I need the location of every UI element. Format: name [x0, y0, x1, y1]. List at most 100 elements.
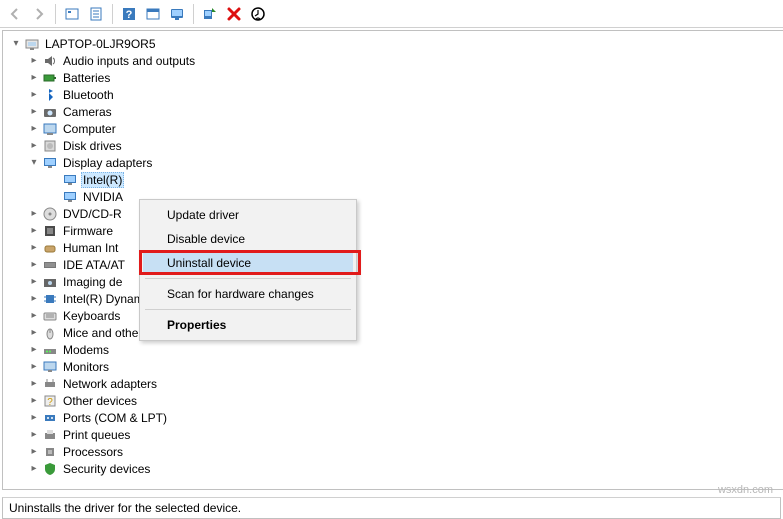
tree-category[interactable]: ▸ Imaging de [7, 273, 783, 290]
tree-category[interactable]: ▸?Other devices [7, 392, 783, 409]
tree-category[interactable]: ▸ Batteries [7, 69, 783, 86]
category-label: DVD/CD-R [61, 207, 124, 221]
help-button[interactable]: ? [118, 3, 140, 25]
camera-icon [42, 104, 58, 120]
tree-category[interactable]: ▸ Processors [7, 443, 783, 460]
expand-icon[interactable]: ▸ [27, 275, 41, 289]
toolbar: ? [0, 0, 783, 28]
device-label: NVIDIA [81, 190, 125, 204]
tree-category[interactable]: ▸ Modems [7, 341, 783, 358]
toolbar-separator [112, 4, 113, 24]
ctx-disable-device[interactable]: Disable device [143, 227, 353, 251]
expand-icon[interactable]: ▸ [27, 292, 41, 306]
properties-button[interactable] [85, 3, 107, 25]
tree-category[interactable]: ▸Audio inputs and outputs [7, 52, 783, 69]
tree-category[interactable]: ▸Firmware [7, 222, 783, 239]
expand-icon[interactable]: ▸ [27, 394, 41, 408]
keyboard-icon [42, 308, 58, 324]
disk-icon [42, 138, 58, 154]
tree-category[interactable]: ▸Human Int [7, 239, 783, 256]
show-hidden-button[interactable] [61, 3, 83, 25]
category-label: Processors [61, 445, 125, 459]
category-label: Monitors [61, 360, 111, 374]
back-button[interactable] [4, 3, 26, 25]
uninstall-button[interactable] [223, 3, 245, 25]
expand-icon[interactable]: ▸ [27, 241, 41, 255]
tree-category[interactable]: ▸ Monitors [7, 358, 783, 375]
category-label: Imaging de [61, 275, 124, 289]
expand-icon[interactable]: ▸ [27, 360, 41, 374]
tree-category[interactable]: ▸Security devices [7, 460, 783, 477]
expand-icon[interactable]: ▸ [27, 88, 41, 102]
ctx-uninstall-device[interactable]: Uninstall device [143, 251, 353, 275]
menu-separator [145, 309, 351, 310]
tree-category[interactable]: ▾ Display adapters [7, 154, 783, 171]
tree-category[interactable]: ▸Network adapters [7, 375, 783, 392]
monitor-icon [42, 359, 58, 375]
device-tree[interactable]: ▾LAPTOP-0LJR9OR5▸Audio inputs and output… [3, 31, 783, 489]
tree-category[interactable]: ▸ Cameras [7, 103, 783, 120]
tree-category[interactable]: ▸Mice and other pointing devices [7, 324, 783, 341]
category-label: Bluetooth [61, 88, 116, 102]
expand-icon[interactable]: ▸ [27, 105, 41, 119]
forward-button[interactable] [28, 3, 50, 25]
ctx-scan-hardware[interactable]: Scan for hardware changes [143, 282, 353, 306]
toolbar-separator [193, 4, 194, 24]
expand-icon[interactable]: ▸ [27, 462, 41, 476]
category-label: Cameras [61, 105, 114, 119]
expand-icon[interactable]: ▸ [27, 207, 41, 221]
dvd-icon [42, 206, 58, 222]
view-button[interactable] [166, 3, 188, 25]
tree-category[interactable]: ▸Ports (COM & LPT) [7, 409, 783, 426]
expand-icon[interactable]: ▸ [27, 122, 41, 136]
expand-icon[interactable]: ▾ [27, 156, 41, 170]
expand-icon[interactable]: ▸ [27, 445, 41, 459]
expand-icon[interactable]: ▸ [27, 139, 41, 153]
cpu-icon [42, 444, 58, 460]
expand-icon[interactable]: ▸ [27, 377, 41, 391]
tree-category[interactable]: ▸Keyboards [7, 307, 783, 324]
tree-category[interactable]: ▸ DVD/CD-R [7, 205, 783, 222]
expand-icon[interactable]: ▸ [27, 224, 41, 238]
security-icon [42, 461, 58, 477]
tree-category[interactable]: ▸ Disk drives [7, 137, 783, 154]
expand-icon[interactable]: ▸ [27, 258, 41, 272]
tree-category[interactable]: ▸IDE ATA/AT [7, 256, 783, 273]
print-icon [42, 427, 58, 443]
tree-category[interactable]: ▸Print queues [7, 426, 783, 443]
status-text: Uninstalls the driver for the selected d… [9, 501, 241, 515]
toolbar-separator [55, 4, 56, 24]
collapse-icon[interactable]: ▾ [9, 37, 23, 51]
update-driver-button[interactable] [247, 3, 269, 25]
category-label: Disk drives [61, 139, 124, 153]
expand-icon[interactable]: ▸ [27, 428, 41, 442]
scan-hardware-button[interactable] [199, 3, 221, 25]
tree-category[interactable]: ▸ Computer [7, 120, 783, 137]
audio-icon [42, 53, 58, 69]
port-icon [42, 410, 58, 426]
tree-device[interactable]: NVIDIA [7, 188, 783, 205]
expand-icon[interactable]: ▸ [27, 71, 41, 85]
ctx-update-driver[interactable]: Update driver [143, 203, 353, 227]
category-label: Computer [61, 122, 118, 136]
expand-icon[interactable]: ▸ [27, 411, 41, 425]
tree-category[interactable]: ▸Intel(R) Dynamic Platform and Thermal F… [7, 290, 783, 307]
tree-device[interactable]: Intel(R) [7, 171, 783, 188]
category-label: Modems [61, 343, 111, 357]
expand-icon[interactable]: ▸ [27, 309, 41, 323]
category-label: Batteries [61, 71, 112, 85]
network-icon [42, 376, 58, 392]
spacer [47, 190, 61, 204]
action-button[interactable] [142, 3, 164, 25]
ctx-properties[interactable]: Properties [143, 313, 353, 337]
category-label: Display adapters [61, 156, 154, 170]
tree-category[interactable]: ▸ Bluetooth [7, 86, 783, 103]
expand-icon[interactable]: ▸ [27, 54, 41, 68]
expand-icon[interactable]: ▸ [27, 326, 41, 340]
spacer [47, 173, 61, 187]
tree-root[interactable]: ▾LAPTOP-0LJR9OR5 [7, 35, 783, 52]
computer-icon [42, 121, 58, 137]
display-icon [62, 172, 78, 188]
expand-icon[interactable]: ▸ [27, 343, 41, 357]
watermark: wsxdn.com [718, 484, 773, 496]
